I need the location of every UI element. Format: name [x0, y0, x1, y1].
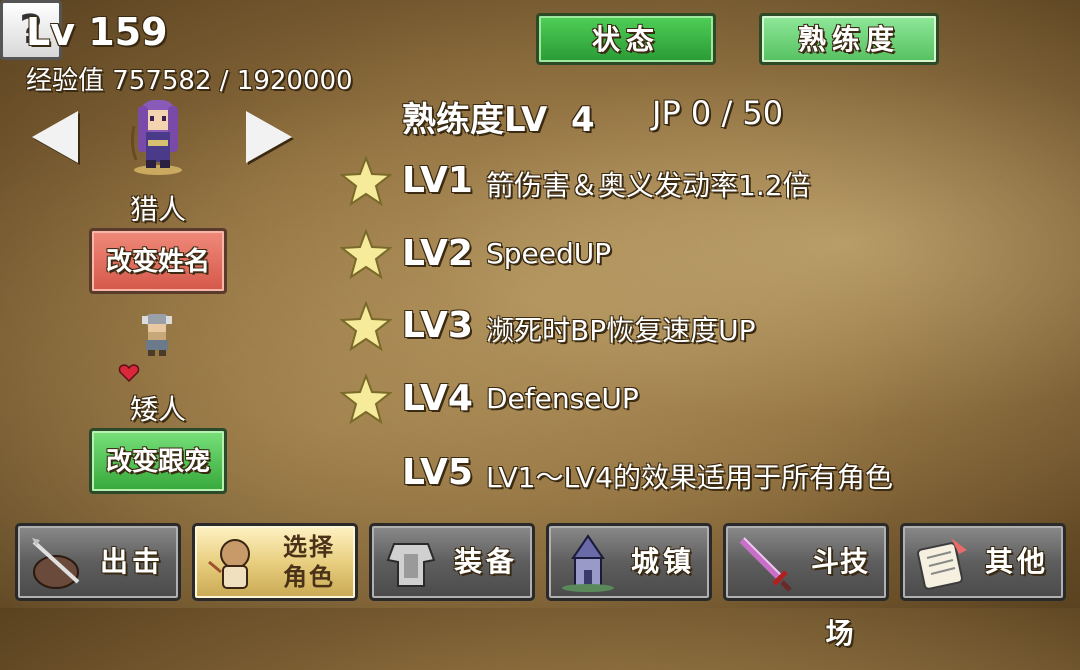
tab-proficiency[interactable]: 熟练度 [759, 13, 939, 65]
star-icon [340, 229, 392, 279]
hunter-character-sprite [130, 100, 182, 175]
tab-status[interactable]: 状态 [536, 13, 716, 65]
skill-level-label: LV5 [402, 452, 473, 493]
skill-row: LV5 LV1～LV4的效果适用于所有角色 [340, 446, 1040, 506]
skill-level-label: LV4 [402, 378, 473, 419]
star-icon [340, 374, 392, 424]
nav-arena-button[interactable]: 斗技场 [723, 523, 889, 650]
nav-select-character-button[interactable]: 选择 角色 [192, 523, 358, 601]
nav-label: 出击 [99, 545, 164, 578]
nav-equipment-button[interactable]: 装备 [369, 523, 535, 601]
nav-sortie-button[interactable]: 出击 [15, 523, 181, 601]
sword-icon [739, 537, 792, 592]
heart-icon [118, 364, 140, 383]
skill-row: LV3 濒死时BP恢复速度UP [340, 299, 1040, 359]
nav-label: 斗技场 [810, 545, 869, 650]
character-job-name: 猎人 [129, 193, 186, 226]
bow-icon [32, 538, 80, 589]
skill-level-label: LV2 [402, 233, 473, 274]
nav-label-line2: 角色 [283, 563, 335, 591]
nav-label: 城镇 [630, 545, 695, 578]
skill-level-label: LV3 [402, 305, 473, 346]
experience-value: 经验值 757582 / 1920000 [26, 66, 353, 96]
change-pet-button[interactable]: 改变跟宠 [89, 428, 227, 494]
previous-character-arrow-icon[interactable] [32, 111, 78, 163]
character-select-icon [208, 539, 250, 589]
dwarf-pet-sprite [142, 314, 172, 356]
pet-name: 矮人 [129, 393, 186, 426]
skill-description: 濒死时BP恢复速度UP [486, 314, 756, 347]
jp-counter: JP 0 / 50 [652, 94, 784, 132]
nav-label: 装备 [453, 545, 518, 578]
nav-label: 选择 角色 [267, 532, 351, 592]
skill-level-label: LV1 [402, 160, 473, 201]
skill-description: DefenseUP [486, 382, 639, 415]
rename-button[interactable]: 改变姓名 [89, 228, 227, 294]
armor-icon [386, 543, 436, 587]
nav-town-button[interactable]: 城镇 [546, 523, 712, 601]
skill-row: LV4 DefenseUP [340, 372, 1040, 432]
player-level: Lv 159 [26, 10, 168, 54]
proficiency-level-title: 熟练度LV 4 [402, 100, 595, 140]
nav-other-button[interactable]: 其他 [900, 523, 1066, 601]
skill-description: 箭伤害＆奥义发动率1.2倍 [486, 169, 811, 202]
town-icon [562, 534, 614, 592]
next-character-arrow-icon[interactable] [246, 111, 292, 163]
nav-label-line1: 选择 [283, 533, 335, 561]
skill-description: SpeedUP [486, 237, 612, 270]
skill-row: LV2 SpeedUP [340, 227, 1040, 287]
skill-row: LV1 箭伤害＆奥义发动率1.2倍 [340, 154, 1040, 214]
skill-description: LV1～LV4的效果适用于所有角色 [486, 461, 893, 494]
star-icon [340, 156, 392, 206]
star-icon [340, 301, 392, 351]
scroll-icon [917, 538, 967, 590]
nav-label: 其他 [984, 545, 1049, 578]
